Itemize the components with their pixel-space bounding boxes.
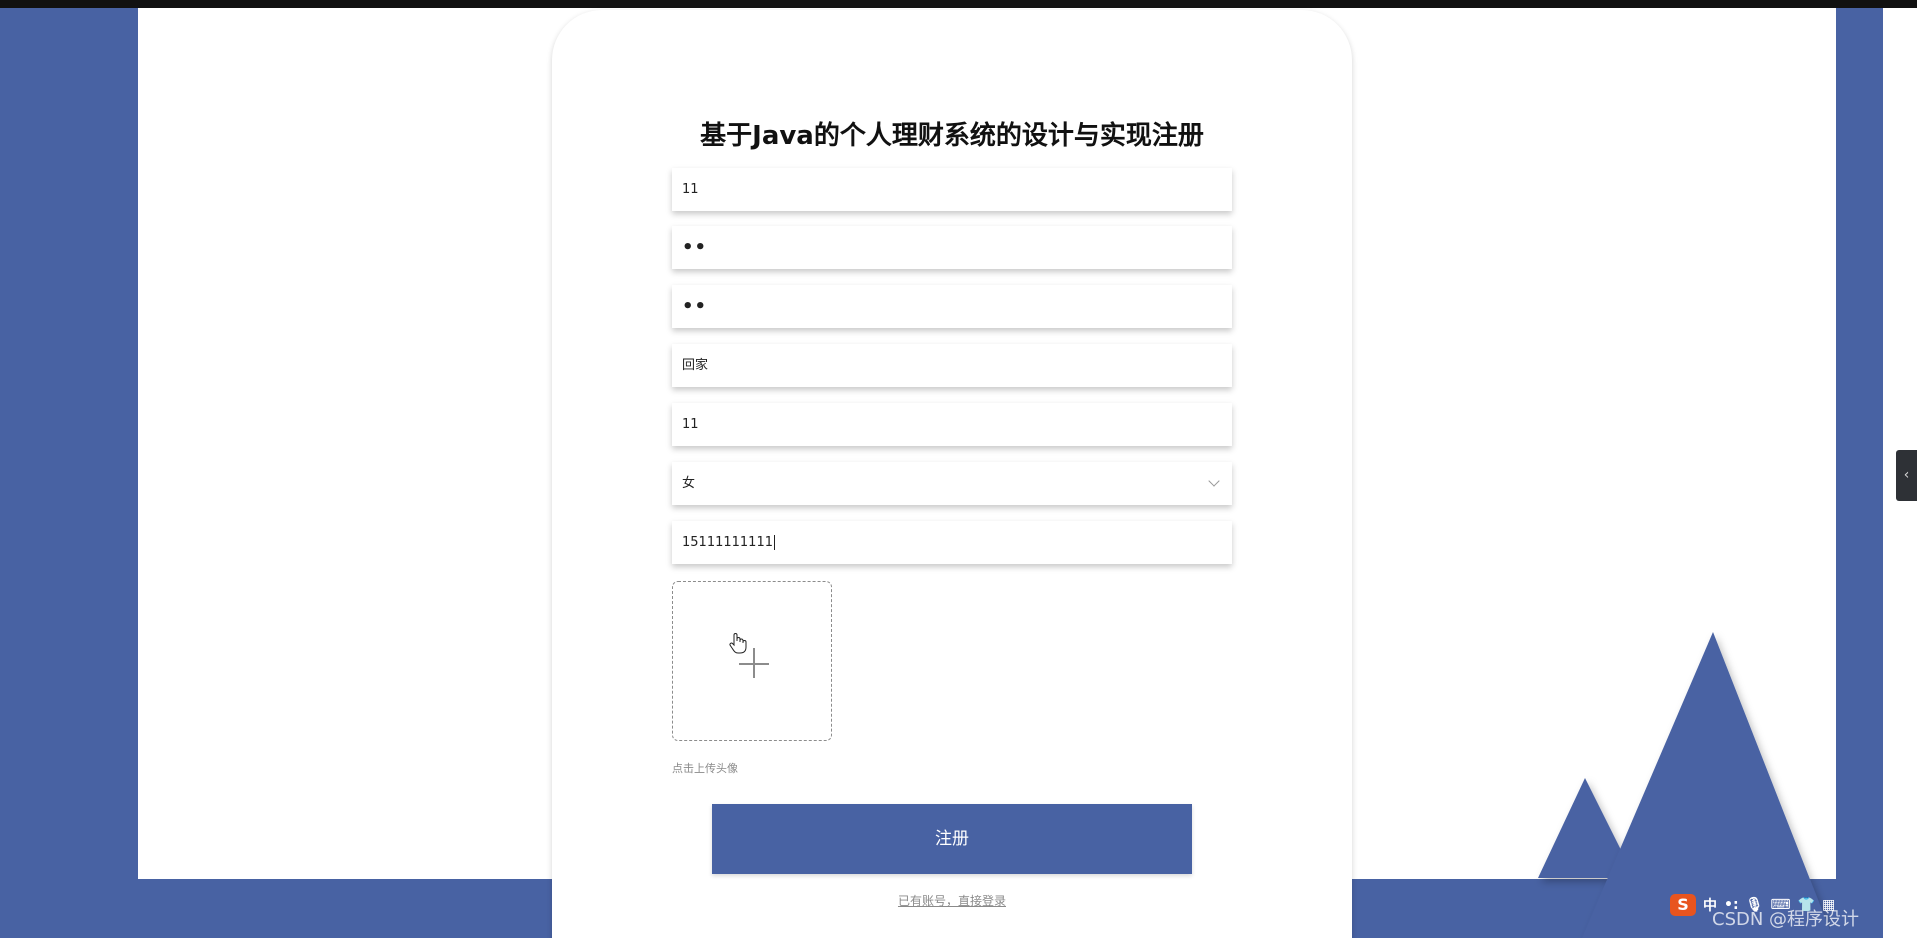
register-card: 基于Java的个人理财系统的设计与实现注册 11 •• •• 回家 11 女 1… [552, 10, 1352, 938]
name-value: 回家 [682, 358, 709, 373]
large-mountain [1582, 632, 1830, 938]
confirm-password-field[interactable]: •• [672, 285, 1232, 328]
upload-hint: 点击上传头像 [672, 762, 738, 775]
text-caret [773, 535, 775, 550]
register-button[interactable]: 注册 [712, 804, 1192, 874]
plus-icon-vertical [753, 648, 755, 678]
phone-value: 15111111111 [682, 535, 773, 550]
sogou-logo-icon[interactable]: S [1670, 894, 1696, 916]
chevron-left-icon: ‹ [1903, 467, 1910, 483]
confirm-password-mask: •• [682, 296, 708, 317]
csdn-watermark: CSDN @程序设计 [1712, 909, 1860, 930]
name-field[interactable]: 回家 [672, 344, 1232, 387]
browser-top-bar [0, 0, 1917, 8]
hand-cursor-icon [729, 633, 747, 654]
login-link[interactable]: 已有账号，直接登录 [552, 892, 1352, 909]
age-value: 11 [682, 417, 699, 432]
gender-select[interactable]: 女 [672, 462, 1232, 505]
username-value: 11 [682, 182, 699, 197]
decorative-mountains [1538, 632, 1830, 938]
password-mask: •• [682, 237, 708, 258]
username-field[interactable]: 11 [672, 168, 1232, 211]
page-title: 基于Java的个人理财系统的设计与实现注册 [700, 121, 1204, 151]
chevron-down-icon [1208, 475, 1220, 487]
avatar-upload-box[interactable] [672, 581, 832, 741]
password-field[interactable]: •• [672, 226, 1232, 269]
collapse-sidebar-tab[interactable]: ‹ [1896, 450, 1917, 501]
phone-field[interactable]: 15111111111 [672, 521, 1232, 564]
gender-selected-value: 女 [682, 476, 696, 491]
age-field[interactable]: 11 [672, 403, 1232, 446]
